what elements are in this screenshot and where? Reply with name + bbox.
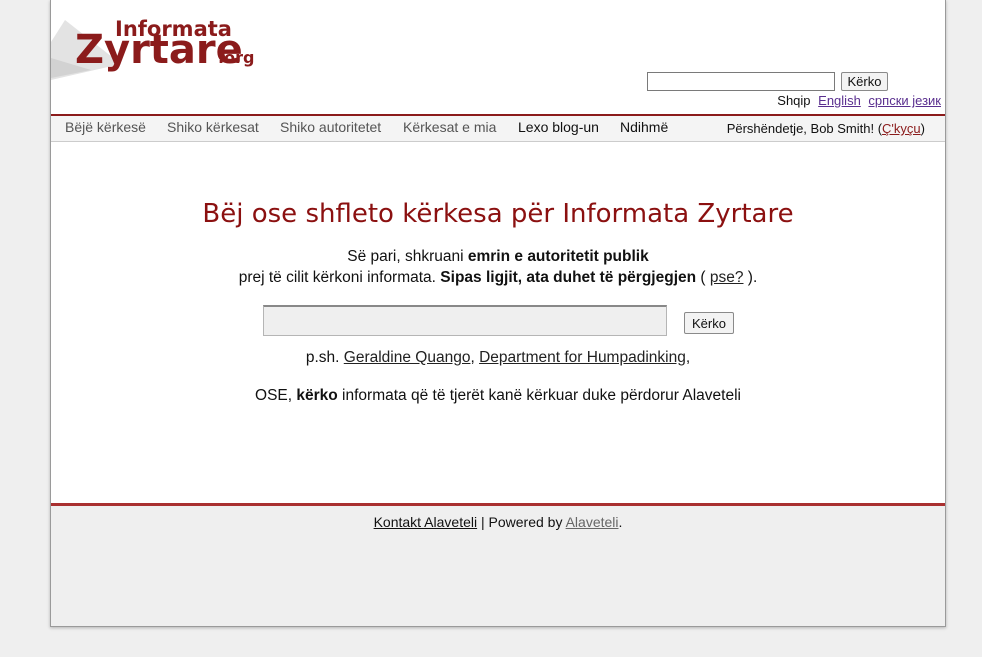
examples-suffix: , — [685, 349, 691, 366]
language-current: Shqip — [777, 93, 811, 108]
page-title: Bëj ose shfleto kërkesa për Informata Zy… — [202, 199, 794, 229]
search-examples: p.sh. Geraldine Quango, Department for H… — [51, 349, 945, 367]
intro-text: Së pari, shkruani emrin e autoritetit pu… — [51, 246, 945, 288]
page-container: Informata Zyrtare .org Kërko Shqip Engli… — [50, 0, 946, 627]
site-logo[interactable]: Informata Zyrtare .org — [51, 0, 271, 84]
intro-part-1: Së pari, shkruani — [347, 248, 468, 265]
header-search-input[interactable] — [647, 72, 835, 91]
logo-word-org: .org — [218, 48, 254, 67]
nav-help[interactable]: Ndihmë — [620, 119, 668, 135]
authority-search: Kërko — [263, 305, 734, 336]
user-greeting: Përshëndetje, Bob Smith! (Ç'kyçu) — [727, 121, 925, 136]
header: Informata Zyrtare .org Kërko Shqip Engli… — [51, 0, 945, 114]
main-nav: Bëjë kërkesë Shiko kërkesat Shiko autori… — [51, 114, 945, 142]
language-link-english[interactable]: English — [818, 93, 861, 108]
footer-powered-text: | Powered by — [477, 514, 566, 530]
alaveteli-link[interactable]: Alaveteli — [566, 514, 619, 530]
intro-bold-1: emrin e autoritetit publik — [467, 248, 649, 265]
language-switcher: Shqip English српски језик — [773, 93, 941, 108]
intro-part-4: ). — [743, 269, 758, 286]
why-link[interactable]: pse? — [710, 269, 744, 286]
nav-make-request[interactable]: Bëjë kërkesë — [65, 119, 146, 135]
examples-prefix: p.sh. — [305, 349, 344, 366]
or-search-text: OSE, kërko informata që të tjerët kanë k… — [51, 387, 945, 405]
logout-link[interactable]: Ç'kyçu — [882, 121, 921, 136]
intro-part-2: prej të cilit kërkoni informata. — [238, 269, 441, 286]
main-content: Bëj ose shfleto kërkesa për Informata Zy… — [51, 142, 945, 506]
footer: Kontakt Alaveteli | Powered by Alaveteli… — [51, 514, 945, 530]
or-prefix: OSE, — [255, 387, 297, 404]
or-bold: kërko — [296, 387, 338, 404]
nav-view-authorities[interactable]: Shiko autoritetet — [280, 119, 381, 135]
authority-search-button[interactable]: Kërko — [684, 312, 734, 334]
language-link-serbian[interactable]: српски језик — [868, 93, 941, 108]
or-rest: informata që të tjerët kanë kërkuar duke… — [337, 387, 741, 404]
example-link-2[interactable]: Department for Humpadinking — [479, 349, 686, 366]
intro-part-3: ( — [696, 269, 710, 286]
greeting-text: Përshëndetje, Bob Smith! ( — [726, 121, 883, 136]
nav-read-blog[interactable]: Lexo blog-un — [518, 119, 599, 135]
nav-view-requests[interactable]: Shiko kërkesat — [167, 119, 259, 135]
intro-bold-2: Sipas ligjit, ata duhet të përgjegjen — [440, 269, 697, 286]
nav-my-requests[interactable]: Kërkesat e mia — [403, 119, 496, 135]
examples-separator: , — [470, 349, 480, 366]
header-search-button[interactable]: Kërko — [841, 72, 888, 91]
contact-link[interactable]: Kontakt Alaveteli — [374, 514, 478, 530]
greeting-close: ) — [920, 121, 925, 136]
footer-end: . — [618, 514, 623, 530]
example-link-1[interactable]: Geraldine Quango — [344, 349, 471, 366]
header-search: Kërko — [647, 72, 888, 91]
authority-search-input[interactable] — [263, 305, 667, 336]
